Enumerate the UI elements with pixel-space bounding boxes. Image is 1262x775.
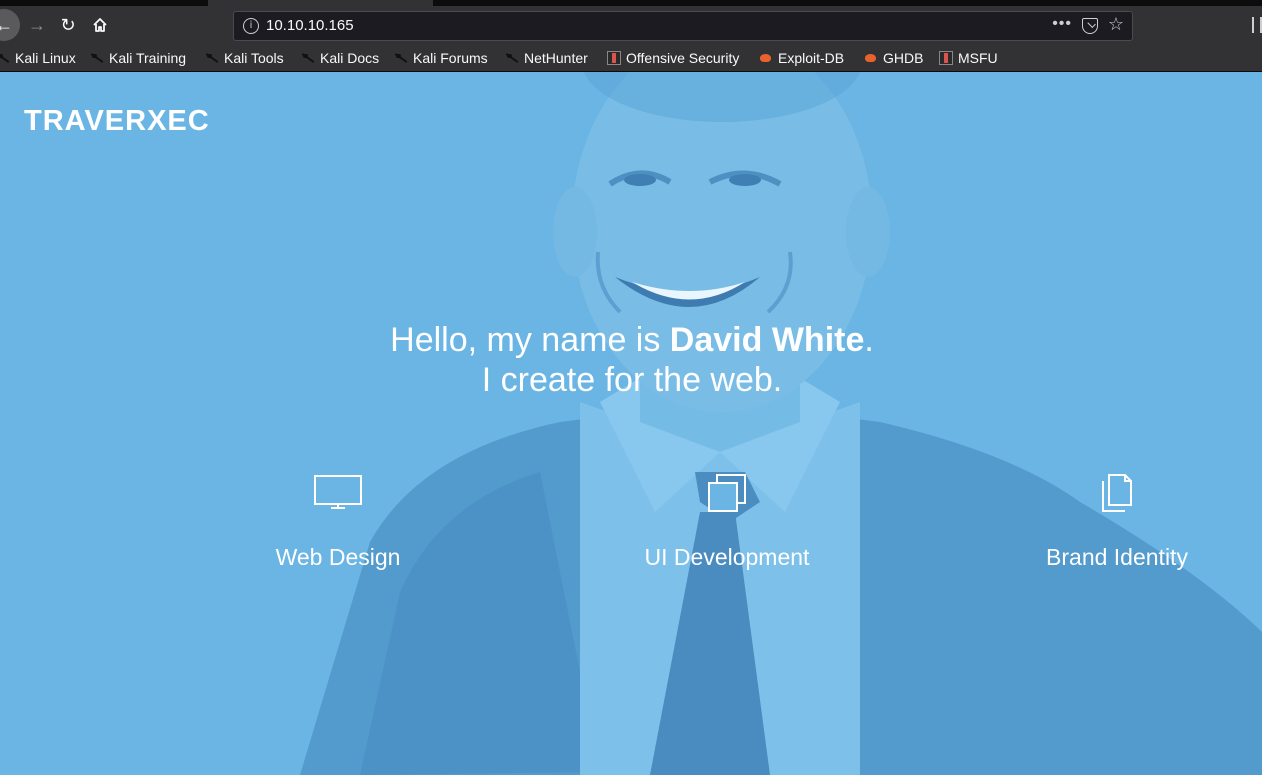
service-brand-identity: Brand Identity bbox=[997, 474, 1237, 571]
exploit-db-icon bbox=[759, 51, 773, 65]
bookmark-msfu[interactable]: MSFU bbox=[939, 48, 998, 68]
page-actions-menu-icon[interactable]: ••• bbox=[1052, 15, 1072, 33]
hero-line-1: Hello, my name is David White. bbox=[0, 320, 1262, 360]
forward-arrow-icon: → bbox=[28, 14, 46, 35]
library-icon[interactable] bbox=[1252, 17, 1262, 33]
bookmarks-toolbar: Kali Linux Kali Training Kali Tools Kali… bbox=[0, 44, 1262, 72]
kali-dragon-icon bbox=[205, 51, 219, 65]
hero-period: . bbox=[864, 321, 874, 359]
bookmark-kali-forums[interactable]: Kali Forums bbox=[394, 48, 488, 68]
bookmark-label: GHDB bbox=[883, 50, 924, 66]
service-label: Web Design bbox=[275, 544, 401, 570]
bookmark-nethunter[interactable]: NetHunter bbox=[505, 48, 588, 68]
layers-icon bbox=[708, 474, 746, 512]
bookmark-ghdb[interactable]: GHDB bbox=[864, 48, 923, 68]
kali-dragon-icon bbox=[394, 51, 408, 65]
bookmark-exploit-db[interactable]: Exploit-DB bbox=[759, 48, 844, 68]
bookmark-label: Kali Forums bbox=[413, 50, 488, 66]
offsec-icon bbox=[607, 51, 621, 65]
back-button[interactable]: ← bbox=[0, 9, 20, 41]
site-logo[interactable]: TRAVERXEC bbox=[24, 105, 210, 138]
bookmark-label: Kali Linux bbox=[15, 50, 76, 66]
site-info-icon[interactable]: i bbox=[243, 18, 259, 34]
address-bar[interactable]: i 10.10.10.165 ••• ☆ bbox=[233, 11, 1133, 41]
bookmark-kali-training[interactable]: Kali Training bbox=[90, 48, 186, 68]
offsec-icon bbox=[939, 51, 953, 65]
bookmark-label: Kali Tools bbox=[224, 50, 284, 66]
hero-name: David White bbox=[669, 321, 865, 359]
bookmark-star-icon[interactable]: ☆ bbox=[1108, 14, 1124, 35]
pocket-icon[interactable] bbox=[1082, 18, 1098, 34]
monitor-icon bbox=[314, 475, 362, 509]
kali-dragon-icon bbox=[505, 51, 519, 65]
bookmark-label: MSFU bbox=[958, 50, 998, 66]
navigation-toolbar: ← → ↻ i 10.10.10.165 ••• ☆ bbox=[0, 6, 1262, 44]
forward-button[interactable]: → bbox=[22, 10, 52, 40]
hero-line-2: I create for the web. bbox=[481, 361, 783, 399]
bookmark-label: Kali Docs bbox=[320, 50, 380, 66]
bookmark-label: Offensive Security bbox=[626, 50, 740, 66]
back-arrow-icon: ← bbox=[0, 14, 13, 35]
hero-background-photo bbox=[0, 72, 1262, 775]
hero-greeting: Hello, my name is bbox=[390, 321, 670, 359]
bookmark-label: NetHunter bbox=[524, 50, 588, 66]
url-text[interactable]: 10.10.10.165 bbox=[266, 17, 354, 34]
reload-icon: ↻ bbox=[60, 14, 76, 35]
kali-dragon-icon bbox=[301, 51, 315, 65]
exploit-db-icon bbox=[864, 51, 878, 65]
kali-dragon-icon bbox=[0, 51, 10, 65]
home-button[interactable] bbox=[85, 10, 115, 40]
service-web-design: Web Design bbox=[218, 474, 458, 571]
hero-headline: Hello, my name is David White. I create … bbox=[0, 320, 1262, 400]
bookmark-kali-linux[interactable]: Kali Linux bbox=[0, 48, 76, 68]
reload-button[interactable]: ↻ bbox=[53, 10, 83, 40]
documents-icon bbox=[1102, 474, 1132, 512]
bookmark-kali-tools[interactable]: Kali Tools bbox=[205, 48, 284, 68]
home-icon bbox=[93, 18, 107, 32]
service-ui-development: UI Development bbox=[607, 474, 847, 571]
bookmark-offensive-security[interactable]: Offensive Security bbox=[607, 48, 739, 68]
service-label: Brand Identity bbox=[1046, 544, 1188, 570]
bookmark-label: Exploit-DB bbox=[778, 50, 845, 66]
bookmark-kali-docs[interactable]: Kali Docs bbox=[301, 48, 379, 68]
kali-dragon-icon bbox=[90, 51, 104, 65]
page-content: TRAVERXEC Hello, my name is David White.… bbox=[0, 72, 1262, 775]
service-label: UI Development bbox=[644, 544, 810, 570]
bookmark-label: Kali Training bbox=[109, 50, 187, 66]
